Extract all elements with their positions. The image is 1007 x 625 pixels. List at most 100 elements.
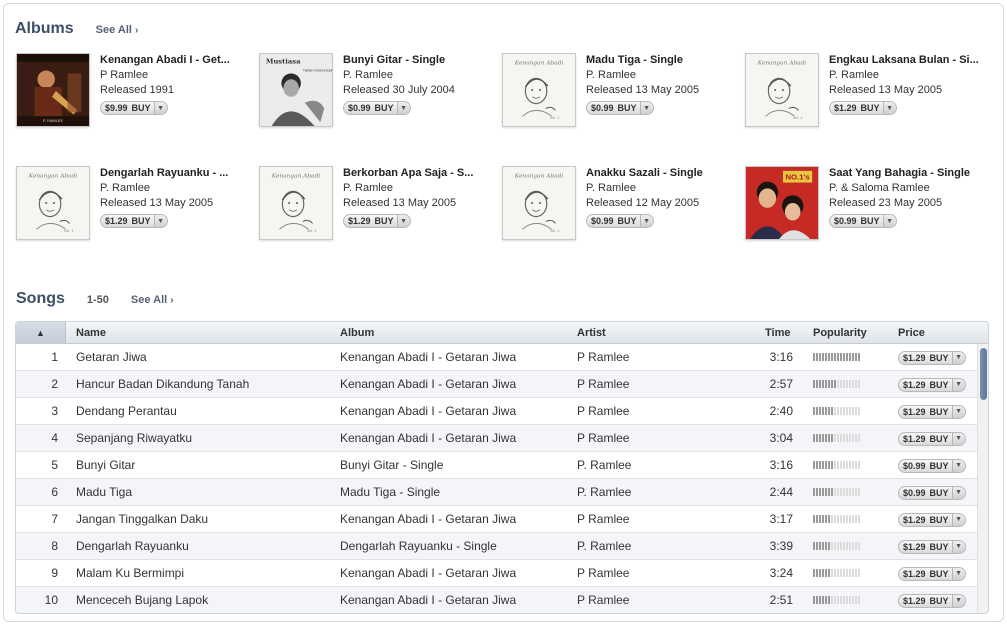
table-row[interactable]: 6 Madu Tiga Madu Tiga - Single P. Ramlee 2:4… (16, 479, 978, 506)
song-artist[interactable]: P Ramlee (577, 560, 727, 586)
song-name[interactable]: Dengarlah Rayuanku (76, 533, 331, 559)
column-time[interactable]: Time (765, 322, 790, 344)
song-name[interactable]: Dendang Perantau (76, 398, 331, 424)
album-item[interactable]: Kenangan Abadi Vol. 1 Engkau Laksana Bulan… (745, 53, 980, 131)
song-name[interactable]: Sepanjang Riwayatku (76, 425, 331, 451)
dropdown-arrow-icon[interactable]: ▼ (951, 460, 965, 472)
dropdown-arrow-icon[interactable]: ▼ (951, 595, 965, 607)
song-album[interactable]: Dengarlah Rayuanku - Single (340, 533, 570, 559)
buy-button[interactable]: $1.29 BUY ▼ (100, 214, 168, 228)
song-name[interactable]: Malam Ku Bermimpi (76, 560, 331, 586)
table-row[interactable]: 8 Dengarlah Rayuanku Dengarlah Rayuanku - … (16, 533, 978, 560)
song-artist[interactable]: P. Ramlee (577, 533, 727, 559)
dropdown-arrow-icon[interactable]: ▼ (951, 433, 965, 445)
column-popularity[interactable]: Popularity (813, 322, 867, 344)
song-artist[interactable]: P Ramlee (577, 506, 727, 532)
album-title[interactable]: Berkorban Apa Saja - S... (343, 166, 493, 180)
song-album[interactable]: Kenangan Abadi I - Getaran Jiwa (340, 425, 570, 451)
album-artist[interactable]: P. Ramlee (586, 181, 736, 196)
dropdown-arrow-icon[interactable]: ▼ (153, 102, 167, 114)
song-artist[interactable]: P Ramlee (577, 587, 727, 613)
album-artwork[interactable]: Mustiasa Tarian Kemuncak (259, 53, 333, 127)
album-item[interactable]: P. RAMLEE Kenangan Abadi I - Get... P Raml… (16, 53, 251, 131)
buy-button[interactable]: $0.99 BUY ▼ (898, 486, 966, 500)
album-item[interactable]: Kenangan Abadi Vol. 1 Anakku Sazali - Sing… (502, 166, 737, 244)
song-album[interactable]: Kenangan Abadi I - Getaran Jiwa (340, 506, 570, 532)
album-title[interactable]: Anakku Sazali - Single (586, 166, 736, 180)
song-album[interactable]: Kenangan Abadi I - Getaran Jiwa (340, 398, 570, 424)
buy-button[interactable]: $1.29 BUY ▼ (898, 540, 966, 554)
album-artist[interactable]: P. Ramlee (100, 181, 250, 196)
album-artist[interactable]: P. Ramlee (829, 68, 979, 83)
song-name[interactable]: Menceceh Bujang Lapok (76, 587, 331, 613)
songs-see-all-link[interactable]: See All › (131, 294, 174, 306)
dropdown-arrow-icon[interactable]: ▼ (951, 514, 965, 526)
column-album[interactable]: Album (340, 322, 374, 344)
albums-see-all-link[interactable]: See All › (96, 24, 139, 36)
album-title[interactable]: Dengarlah Rayuanku - ... (100, 166, 250, 180)
song-artist[interactable]: P Ramlee (577, 425, 727, 451)
album-artwork[interactable]: Kenangan Abadi Vol. 1 (259, 166, 333, 240)
buy-button[interactable]: $9.99 BUY ▼ (100, 101, 168, 115)
table-row[interactable]: 5 Bunyi Gitar Bunyi Gitar - Single P. Ramle… (16, 452, 978, 479)
song-album[interactable]: Kenangan Abadi I - Getaran Jiwa (340, 560, 570, 586)
buy-button[interactable]: $0.99 BUY ▼ (829, 214, 897, 228)
buy-button[interactable]: $0.99 BUY ▼ (586, 101, 654, 115)
song-album[interactable]: Madu Tiga - Single (340, 479, 570, 505)
dropdown-arrow-icon[interactable]: ▼ (639, 102, 653, 114)
buy-button[interactable]: $0.99 BUY ▼ (898, 459, 966, 473)
song-album[interactable]: Bunyi Gitar - Single (340, 452, 570, 478)
song-artist[interactable]: P Ramlee (577, 371, 727, 397)
column-price[interactable]: Price (898, 322, 925, 344)
dropdown-arrow-icon[interactable]: ▼ (951, 352, 965, 364)
buy-button[interactable]: $1.29 BUY ▼ (343, 214, 411, 228)
buy-button[interactable]: $1.29 BUY ▼ (898, 567, 966, 581)
album-title[interactable]: Madu Tiga - Single (586, 53, 736, 67)
album-artwork[interactable]: Kenangan Abadi Vol. 1 (16, 166, 90, 240)
song-artist[interactable]: P. Ramlee (577, 452, 727, 478)
song-artist[interactable]: P Ramlee (577, 398, 727, 424)
buy-button[interactable]: $1.29 BUY ▼ (898, 351, 966, 365)
buy-button[interactable]: $1.29 BUY ▼ (829, 101, 897, 115)
song-name[interactable]: Jangan Tinggalkan Daku (76, 506, 331, 532)
dropdown-arrow-icon[interactable]: ▼ (882, 215, 896, 227)
song-album[interactable]: Kenangan Abadi I - Getaran Jiwa (340, 371, 570, 397)
album-artwork[interactable]: P. RAMLEE (16, 53, 90, 127)
album-artwork[interactable]: Kenangan Abadi Vol. 1 (502, 53, 576, 127)
buy-button[interactable]: $0.99 BUY ▼ (343, 101, 411, 115)
album-title[interactable]: Saat Yang Bahagia - Single (829, 166, 979, 180)
sort-ascending-icon[interactable]: ▲ (16, 322, 66, 344)
song-album[interactable]: Kenangan Abadi I - Getaran Jiwa (340, 344, 570, 370)
buy-button[interactable]: $1.29 BUY ▼ (898, 513, 966, 527)
dropdown-arrow-icon[interactable]: ▼ (153, 215, 167, 227)
dropdown-arrow-icon[interactable]: ▼ (951, 379, 965, 391)
buy-button[interactable]: $1.29 BUY ▼ (898, 405, 966, 419)
table-row[interactable]: 7 Jangan Tinggalkan Daku Kenangan Abadi I … (16, 506, 978, 533)
buy-button[interactable]: $1.29 BUY ▼ (898, 594, 966, 608)
dropdown-arrow-icon[interactable]: ▼ (882, 102, 896, 114)
album-title[interactable]: Bunyi Gitar - Single (343, 53, 493, 67)
table-row[interactable]: 4 Sepanjang Riwayatku Kenangan Abadi I - G… (16, 425, 978, 452)
album-item[interactable]: Kenangan Abadi Vol. 1 Madu Tiga - Single P.… (502, 53, 737, 131)
vertical-scrollbar[interactable] (977, 344, 988, 613)
dropdown-arrow-icon[interactable]: ▼ (951, 406, 965, 418)
dropdown-arrow-icon[interactable]: ▼ (951, 568, 965, 580)
buy-button[interactable]: $1.29 BUY ▼ (898, 432, 966, 446)
dropdown-arrow-icon[interactable]: ▼ (951, 541, 965, 553)
album-artwork[interactable]: Kenangan Abadi Vol. 1 (745, 53, 819, 127)
album-artist[interactable]: P Ramlee (100, 68, 250, 83)
album-title[interactable]: Kenangan Abadi I - Get... (100, 53, 250, 67)
album-artist[interactable]: P. Ramlee (586, 68, 736, 83)
song-album[interactable]: Kenangan Abadi I - Getaran Jiwa (340, 587, 570, 613)
table-row[interactable]: 2 Hancur Badan Dikandung Tanah Kenangan Ab… (16, 371, 978, 398)
album-artist[interactable]: P. Ramlee (343, 68, 493, 83)
album-title[interactable]: Engkau Laksana Bulan - Si... (829, 53, 979, 67)
table-row[interactable]: 9 Malam Ku Bermimpi Kenangan Abadi I - Get… (16, 560, 978, 587)
song-name[interactable]: Madu Tiga (76, 479, 331, 505)
buy-button[interactable]: $1.29 BUY ▼ (898, 378, 966, 392)
song-name[interactable]: Hancur Badan Dikandung Tanah (76, 371, 331, 397)
column-artist[interactable]: Artist (577, 322, 606, 344)
album-item[interactable]: Kenangan Abadi Vol. 1 Dengarlah Rayuanku -… (16, 166, 251, 244)
song-name[interactable]: Bunyi Gitar (76, 452, 331, 478)
song-name[interactable]: Getaran Jiwa (76, 344, 331, 370)
